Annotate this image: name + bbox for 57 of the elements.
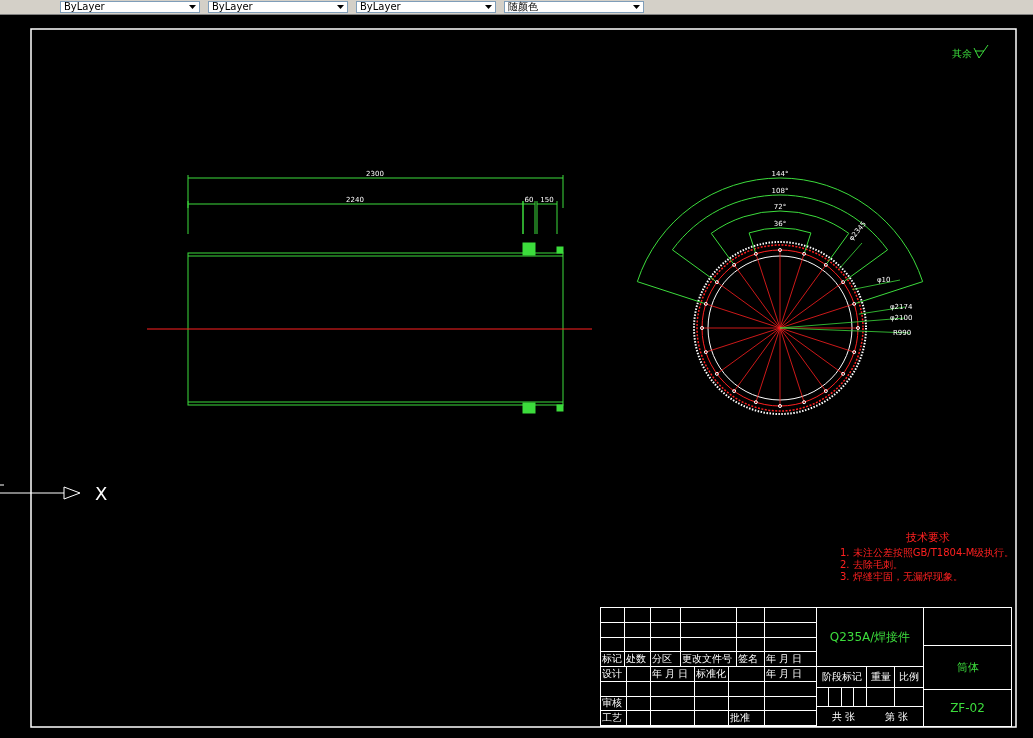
material-text: Q235A/焊接件 [829, 628, 911, 646]
table-cell: 重量 [867, 667, 895, 688]
caret-icon [485, 5, 492, 9]
table-cell: 更改文件号 [681, 652, 737, 667]
roughness-symbol-icon [973, 44, 989, 59]
table-cell: 年 月 日 [765, 667, 817, 682]
table-cell: 处数 [625, 652, 651, 667]
table-cell [737, 622, 765, 638]
ucs-axis-icon [0, 484, 81, 500]
part-name-text: 筒体 [956, 660, 979, 675]
table-cell [765, 622, 817, 638]
table-cell: 标记 [601, 652, 625, 667]
tech-requirements-title: 技术要求 [906, 531, 950, 544]
table-cell: 阶段标记 [817, 667, 867, 688]
table-cell: 年 月 日 [651, 667, 695, 682]
dropdown[interactable]: ByLayer [208, 1, 348, 13]
table-cell [737, 637, 765, 653]
tech-requirement-text: 1. 未注公差按照GB/T1804-M级执行。 [840, 547, 1015, 558]
caret-icon [633, 5, 640, 9]
table-cell: 标准化 [695, 667, 729, 682]
table-cell [765, 637, 817, 653]
table-cell: 签名 [737, 652, 765, 667]
table-cell [695, 681, 729, 697]
table-cell-text: 比例 [898, 670, 920, 685]
dropdown[interactable]: ByLayer [356, 1, 496, 13]
dropdown[interactable]: 随颜色 [504, 1, 644, 13]
axis-label: X [95, 483, 108, 504]
table-cell-text: 第 张 [883, 709, 910, 724]
table-cell-text: 共 张 [830, 709, 857, 724]
drawing-number-text: ZF-02 [950, 701, 985, 715]
surface-note: 其余 [952, 48, 972, 59]
table-cell [651, 637, 681, 653]
table-cell [681, 622, 737, 638]
caret-icon [337, 5, 344, 9]
table-cell [729, 667, 765, 682]
dropdown[interactable]: ByLayer [60, 1, 200, 13]
table-cell [681, 637, 737, 653]
table-cell: 年 月 日 [765, 652, 817, 667]
table-cell [627, 681, 651, 697]
table-cell [651, 681, 695, 697]
table-cell [729, 696, 765, 712]
table-cell [695, 696, 729, 712]
table-cell: 分区 [651, 652, 681, 667]
table-cell [627, 667, 651, 682]
table-cell [651, 622, 681, 638]
caret-icon [189, 5, 196, 9]
table-cell [729, 681, 765, 697]
table-cell [625, 622, 651, 638]
table-cell [627, 696, 651, 712]
table-cell: 批准 [729, 711, 765, 726]
table-cell [651, 696, 695, 712]
tech-requirement-text: 2. 去除毛刺。 [840, 559, 903, 570]
tech-requirement-text: 3. 焊缝牢固，无漏焊现象。 [840, 571, 963, 582]
table-cell [625, 637, 651, 653]
table-cell: 工艺 [601, 711, 627, 726]
table-cell: 审核 [601, 696, 627, 712]
table-cell: 设计 [601, 667, 627, 682]
